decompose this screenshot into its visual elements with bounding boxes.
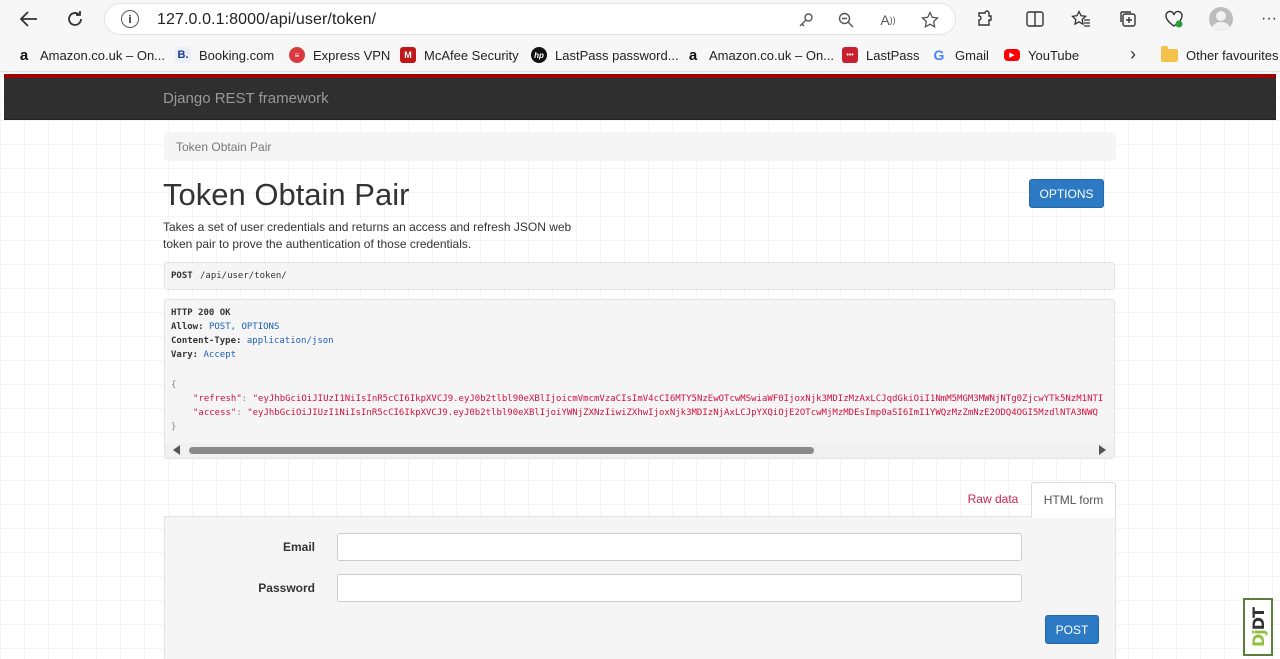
amazon-icon: a: [19, 46, 29, 64]
zoom-icon[interactable]: [835, 10, 857, 30]
refresh-icon[interactable]: [60, 5, 90, 33]
site-info-icon[interactable]: i: [121, 10, 139, 28]
booking-icon: B.: [175, 47, 191, 63]
bookmark-label: McAfee Security: [424, 47, 519, 63]
browser-toolbar: i 127.0.0.1:8000/api/user/token/ A)) ···: [0, 0, 1280, 38]
lastpass-icon: •••: [842, 47, 858, 63]
email-field[interactable]: [337, 533, 1022, 561]
json-key: "access": [193, 408, 237, 418]
bookmark-label: Booking.com: [199, 47, 275, 63]
extensions-icon[interactable]: [971, 5, 999, 33]
bookmark-label: LastPass: [866, 47, 920, 63]
chevron-right-icon[interactable]: ›: [1124, 43, 1142, 65]
html-form-panel: Email Password POST: [164, 516, 1116, 659]
password-label: Password: [258, 581, 315, 595]
request-info: POST /api/user/token/: [164, 262, 1115, 290]
bookmark-youtube[interactable]: ▶ YouTube: [1004, 46, 1079, 64]
horizontal-scrollbar[interactable]: [165, 443, 1114, 458]
password-field[interactable]: [337, 574, 1022, 602]
bookmark-label: Amazon.co.uk – On...: [40, 47, 166, 63]
json-key: "refresh": [193, 394, 242, 404]
address-bar[interactable]: i 127.0.0.1:8000/api/user/token/ A)): [104, 3, 956, 35]
collections-icon[interactable]: [1114, 5, 1142, 33]
bookmark-gmail[interactable]: G Gmail: [931, 46, 989, 64]
other-favourites-label: Other favourites: [1186, 47, 1279, 63]
post-button[interactable]: POST: [1045, 615, 1099, 644]
profile-avatar[interactable]: [1209, 7, 1233, 31]
options-button[interactable]: OPTIONS: [1029, 179, 1104, 208]
breadcrumb: Token Obtain Pair: [164, 132, 1116, 161]
bookmark-label: YouTube: [1028, 47, 1080, 63]
back-arrow-icon[interactable]: [14, 5, 44, 33]
bookmarks-bar: a Amazon.co.uk – On... B. Booking.com ≡ …: [0, 38, 1280, 72]
scroll-right-arrow-icon[interactable]: [1099, 445, 1106, 455]
debug-toolbar-logo: DjDT: [1249, 608, 1268, 647]
page-viewport: Django REST framework Token Obtain Pair …: [0, 72, 1280, 659]
bookmark-lastpass-password[interactable]: hp LastPass password...: [531, 46, 679, 64]
bookmark-label: LastPass password...: [555, 47, 679, 63]
scrollbar-thumb[interactable]: [189, 447, 814, 454]
breadcrumb-active: Token Obtain Pair: [176, 140, 272, 154]
amazon-icon: a: [688, 46, 698, 64]
hp-icon: hp: [531, 47, 547, 63]
more-menu-icon[interactable]: ···: [1255, 5, 1280, 33]
json-brace-open: {: [171, 380, 177, 390]
response-info: HTTP 200 OK Allow: POST, OPTIONS Content…: [164, 299, 1115, 459]
header-value: POST, OPTIONS: [208, 322, 280, 332]
bookmark-label: Amazon.co.uk – On...: [709, 47, 835, 63]
bookmark-label: Gmail: [955, 47, 989, 63]
header-value: Accept: [203, 350, 237, 360]
header-key: Allow:: [171, 322, 204, 332]
bookmark-mcafee[interactable]: M McAfee Security: [400, 46, 519, 64]
debug-toolbar-dj: Dj: [1248, 629, 1268, 647]
header-content-type: Content-Type: application/json: [171, 336, 334, 346]
description-line-2: token pair to prove the authentication o…: [163, 237, 472, 251]
other-favourites[interactable]: Other favourites: [1161, 45, 1279, 64]
header-vary: Vary: Accept: [171, 350, 236, 360]
address-url[interactable]: 127.0.0.1:8000/api/user/token/: [157, 11, 376, 29]
header-key: Content-Type:: [171, 336, 242, 346]
bookmark-booking[interactable]: B. Booking.com: [175, 46, 274, 64]
folder-icon: [1161, 45, 1178, 62]
browser-essentials-icon[interactable]: [1160, 5, 1188, 33]
access-token-value: "eyJhbGciOiJIUzI1NiIsInR5cCI6IkpXVCJ9.ey…: [247, 408, 1098, 418]
refresh-token-value: "eyJhbGciOiJIUzI1NiIsInR5cCI6IkpXVCJ9.ey…: [252, 394, 1104, 404]
split-screen-icon[interactable]: [1021, 5, 1049, 33]
favourite-star-icon[interactable]: [919, 10, 941, 30]
expressvpn-icon: ≡: [289, 47, 305, 63]
request-path: /api/user/token/: [200, 271, 287, 281]
drf-brand-link[interactable]: Django REST framework: [163, 90, 329, 107]
favourites-icon[interactable]: [1067, 5, 1095, 33]
json-refresh: "refresh": "eyJhbGciOiJIUzI1NiIsInR5cCI6…: [193, 394, 1104, 404]
header-key: Vary:: [171, 350, 199, 360]
scroll-left-arrow-icon[interactable]: [173, 445, 180, 455]
debug-toolbar-dt: DT: [1248, 607, 1268, 630]
debug-toolbar-handle[interactable]: DjDT: [1243, 598, 1273, 656]
password-key-icon[interactable]: [795, 10, 817, 30]
request-method: POST: [171, 271, 193, 281]
page-title: Token Obtain Pair: [163, 177, 410, 212]
header-allow: Allow: POST, OPTIONS: [171, 322, 279, 332]
bookmark-lastpass[interactable]: ••• LastPass: [842, 46, 919, 64]
mcafee-icon: M: [400, 47, 416, 63]
bookmark-amazon-1[interactable]: a Amazon.co.uk – On...: [16, 46, 165, 64]
read-aloud-icon[interactable]: A)): [877, 10, 899, 30]
endpoint-description: Takes a set of user credentials and retu…: [163, 219, 583, 253]
bookmark-amazon-2[interactable]: a Amazon.co.uk – On...: [685, 46, 834, 64]
google-icon: G: [933, 47, 945, 63]
description-line-1: Takes a set of user credentials and retu…: [163, 220, 572, 234]
response-status: HTTP 200 OK: [171, 308, 231, 318]
tab-html-form[interactable]: HTML form: [1031, 482, 1116, 518]
youtube-icon: ▶: [1004, 49, 1020, 61]
email-label: Email: [282, 540, 315, 554]
json-access: "access": "eyJhbGciOiJIUzI1NiIsInR5cCI6I…: [193, 408, 1098, 418]
bookmark-label: Express VPN: [313, 47, 391, 63]
bookmark-expressvpn[interactable]: ≡ Express VPN: [289, 46, 390, 64]
tab-raw-data[interactable]: Raw data: [958, 482, 1028, 516]
json-brace-close: }: [171, 422, 177, 432]
header-value: application/json: [246, 336, 334, 346]
drf-navbar: Django REST framework: [4, 78, 1276, 120]
